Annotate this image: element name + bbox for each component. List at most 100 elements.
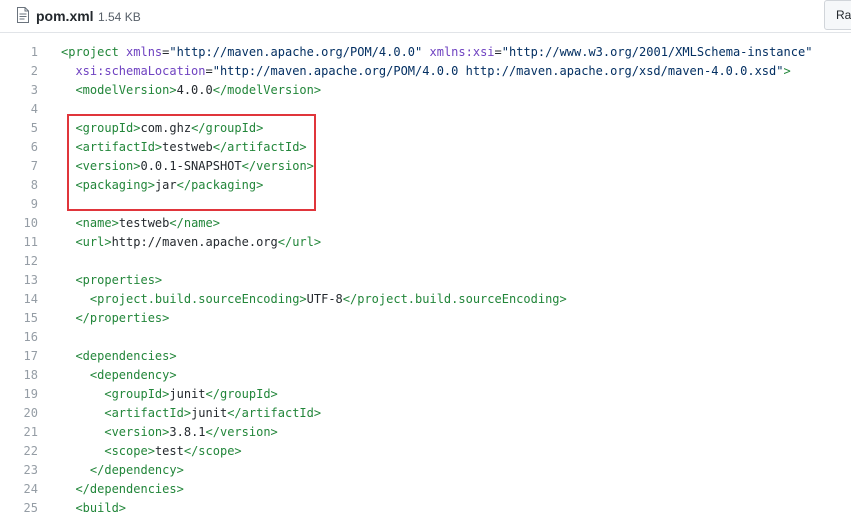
code-token: 0.0.1-SNAPSHOT bbox=[140, 159, 242, 173]
code-line: 11 <url>http://maven.apache.org</url> bbox=[0, 233, 851, 252]
line-number[interactable]: 21 bbox=[0, 423, 38, 442]
code-token: <url> bbox=[75, 235, 112, 249]
line-number[interactable]: 4 bbox=[0, 100, 38, 119]
code-token: <project.build.sourceEncoding> bbox=[89, 292, 307, 306]
file-code-icon bbox=[16, 7, 30, 23]
line-code: <build> bbox=[61, 499, 126, 518]
file-size: 1.54 KB bbox=[98, 10, 141, 24]
code-token: <artifactId> bbox=[104, 406, 192, 420]
code-token: xmlns bbox=[126, 45, 163, 59]
code-token: <build> bbox=[75, 501, 127, 515]
line-code: <artifactId>testweb</artifactId> bbox=[61, 138, 307, 157]
file-name[interactable]: pom.xml bbox=[36, 7, 94, 25]
code-line: 3 <modelVersion>4.0.0</modelVersion> bbox=[0, 81, 851, 100]
code-token: </dependency> bbox=[89, 463, 184, 477]
line-number[interactable]: 16 bbox=[0, 328, 38, 347]
code-line: 7 <version>0.0.1-SNAPSHOT</version> bbox=[0, 157, 851, 176]
code-line: 6 <artifactId>testweb</artifactId> bbox=[0, 138, 851, 157]
code-token: xmlns:xsi bbox=[429, 45, 495, 59]
line-code: <packaging>jar</packaging> bbox=[61, 176, 263, 195]
line-code: <modelVersion>4.0.0</modelVersion> bbox=[61, 81, 321, 100]
code-token: </artifactId> bbox=[212, 140, 307, 154]
code-line: 23 </dependency> bbox=[0, 461, 851, 480]
code-token: </modelVersion> bbox=[212, 83, 322, 97]
code-token: <packaging> bbox=[75, 178, 155, 192]
line-code: xsi:schemaLocation="http://maven.apache.… bbox=[61, 62, 790, 81]
line-code: </dependency> bbox=[61, 461, 184, 480]
line-number[interactable]: 11 bbox=[0, 233, 38, 252]
line-number[interactable]: 19 bbox=[0, 385, 38, 404]
code-token: </scope> bbox=[183, 444, 242, 458]
code-view: 1 <project xmlns ="http://maven.apache.org… bbox=[0, 43, 851, 518]
line-number[interactable]: 5 bbox=[0, 119, 38, 138]
code-token: <project bbox=[61, 45, 127, 59]
line-number[interactable]: 24 bbox=[0, 480, 38, 499]
line-number[interactable]: 23 bbox=[0, 461, 38, 480]
code-token: com.ghz bbox=[140, 121, 192, 135]
line-number[interactable]: 7 bbox=[0, 157, 38, 176]
code-line: 10 <name>testweb</name> bbox=[0, 214, 851, 233]
line-code: <project.build.sourceEncoding>UTF-8</pro… bbox=[61, 290, 567, 309]
code-token: testweb bbox=[162, 140, 213, 154]
line-code: <dependencies> bbox=[61, 347, 177, 366]
line-number[interactable]: 9 bbox=[0, 195, 38, 214]
code-line: 24 </dependencies> bbox=[0, 480, 851, 499]
line-number[interactable]: 17 bbox=[0, 347, 38, 366]
line-number[interactable]: 18 bbox=[0, 366, 38, 385]
line-number[interactable]: 15 bbox=[0, 309, 38, 328]
line-number[interactable]: 8 bbox=[0, 176, 38, 195]
code-token: UTF-8 bbox=[306, 292, 343, 306]
line-code: <name>testweb</name> bbox=[61, 214, 220, 233]
line-number[interactable]: 1 bbox=[0, 43, 38, 62]
line-number[interactable]: 10 bbox=[0, 214, 38, 233]
code-line: 12 bbox=[0, 252, 851, 271]
code-token: 4.0.0 bbox=[176, 83, 213, 97]
code-token: <dependencies> bbox=[75, 349, 177, 363]
line-number[interactable]: 20 bbox=[0, 404, 38, 423]
line-code: </properties> bbox=[61, 309, 169, 328]
line-number[interactable]: 12 bbox=[0, 252, 38, 271]
code-token: </version> bbox=[205, 425, 278, 439]
code-token: junit bbox=[191, 406, 228, 420]
line-number[interactable]: 6 bbox=[0, 138, 38, 157]
line-number[interactable]: 25 bbox=[0, 499, 38, 518]
line-code: <properties> bbox=[61, 271, 162, 290]
line-number[interactable]: 14 bbox=[0, 290, 38, 309]
line-number[interactable]: 22 bbox=[0, 442, 38, 461]
line-code: <artifactId>junit</artifactId> bbox=[61, 404, 321, 423]
code-token: http://maven.apache.org bbox=[111, 235, 278, 249]
line-code: </dependencies> bbox=[61, 480, 183, 499]
line-number[interactable]: 3 bbox=[0, 81, 38, 100]
code-token: <dependency> bbox=[89, 368, 177, 382]
code-token: = bbox=[205, 64, 213, 78]
code-token: </groupId> bbox=[205, 387, 278, 401]
code-token: <modelVersion> bbox=[75, 83, 177, 97]
code-token: <properties> bbox=[75, 273, 163, 287]
code-line: 9 bbox=[0, 195, 851, 214]
code-token: </version> bbox=[241, 159, 314, 173]
code-line: 15 </properties> bbox=[0, 309, 851, 328]
code-token: </properties> bbox=[75, 311, 170, 325]
code-token: 3.8.1 bbox=[169, 425, 206, 439]
code-token: "http://maven.apache.org/POM/4.0.0 http:… bbox=[212, 64, 784, 78]
raw-button[interactable]: Raw bbox=[824, 0, 851, 30]
line-number[interactable]: 2 bbox=[0, 62, 38, 81]
code-line: 17 <dependencies> bbox=[0, 347, 851, 366]
code-line: 4 bbox=[0, 100, 851, 119]
code-token: testweb bbox=[118, 216, 170, 230]
code-line: 13 <properties> bbox=[0, 271, 851, 290]
line-number[interactable]: 13 bbox=[0, 271, 38, 290]
code-token: "http://www.w3.org/2001/XMLSchema-instan… bbox=[501, 45, 813, 59]
